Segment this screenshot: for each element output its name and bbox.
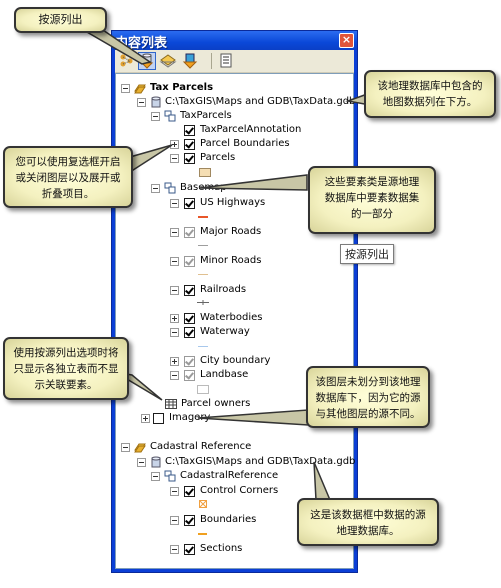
callout-checkboxes: 您可以使用复选框开启或关闭图层以及展开或折叠项目。	[3, 146, 133, 208]
callout-list-by-source: 按源列出	[14, 7, 107, 33]
callout-imagery-source: 该图层未划分到该地理数据库下，因为它的源与其他图层的源不同。	[306, 366, 430, 428]
callout-feature-classes: 这些要素类是源地理数据库中要素数据集的一部分	[308, 166, 436, 234]
tooltip-list-by-source: 按源列出	[340, 244, 394, 264]
callout-frame-source: 这是该数据框中数据的源地理数据库。	[297, 498, 439, 546]
callout-gdb-contents: 该地理数据库中包含的地图数据列在下方。	[364, 70, 496, 118]
callout-standalone-tables: 使用按源列出选项时将只显示各独立表而不显示关联要素。	[3, 337, 129, 400]
